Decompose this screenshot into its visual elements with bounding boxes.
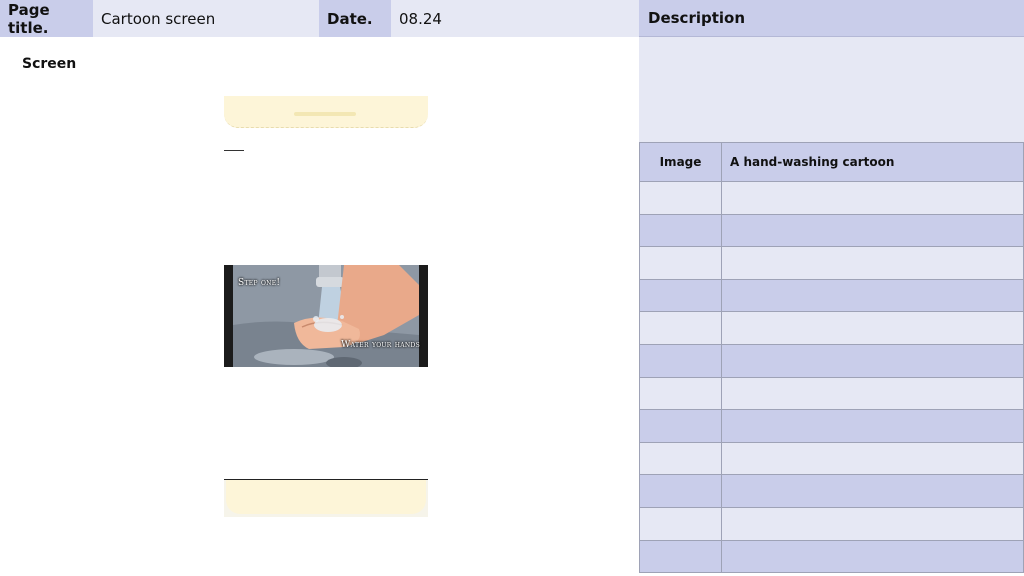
table-cell	[639, 376, 722, 411]
page-title-label: Page title.	[0, 0, 93, 37]
table-cell	[721, 376, 1024, 411]
table-row	[639, 343, 1024, 378]
page-title-value: Cartoon screen	[93, 0, 319, 37]
table-cell	[639, 343, 722, 378]
cartoon-video[interactable]: Step one! Water your hands	[224, 265, 428, 367]
screen-label: Screen	[22, 56, 77, 72]
description-body	[639, 37, 1024, 143]
phone-top-frame	[224, 96, 428, 128]
table-cell	[721, 311, 1024, 345]
table-cell	[639, 181, 722, 215]
table-cell	[639, 213, 722, 248]
table-row	[639, 474, 1024, 508]
back-button-line[interactable]	[224, 150, 244, 151]
table-cell	[721, 539, 1024, 574]
table-cell	[639, 474, 722, 508]
table-cell	[639, 246, 722, 280]
video-caption-instruction: Water your hands	[341, 340, 420, 350]
table-row	[639, 278, 1024, 313]
table-cell	[721, 278, 1024, 313]
table-row	[639, 441, 1024, 476]
table-cell	[639, 278, 722, 313]
table-cell	[639, 409, 722, 443]
table-cell	[721, 474, 1024, 508]
table-cell	[721, 246, 1024, 280]
phone-bottom-bezel	[226, 480, 426, 514]
date-label: Date.	[319, 0, 391, 37]
table-cell	[639, 539, 722, 574]
phone-bottom-frame	[224, 479, 428, 517]
table-row	[639, 506, 1024, 541]
table-row	[639, 311, 1024, 345]
table-row	[639, 376, 1024, 411]
table-cell	[721, 343, 1024, 378]
table-cell	[721, 181, 1024, 215]
table-cell	[721, 213, 1024, 248]
video-caption-step: Step one!	[238, 278, 281, 288]
table-cell	[721, 441, 1024, 476]
table-cell	[721, 506, 1024, 541]
date-value: 08.24	[391, 0, 639, 37]
table-row	[639, 246, 1024, 280]
table-row	[639, 409, 1024, 443]
table-cell	[721, 409, 1024, 443]
table-cell-label: Image	[639, 142, 722, 182]
table-header-row: Image A hand-washing cartoon	[639, 142, 1024, 182]
description-title: Description	[639, 0, 1024, 37]
table-row	[639, 181, 1024, 215]
table-cell	[639, 506, 722, 541]
table-cell-value: A hand-washing cartoon	[721, 142, 1024, 182]
phone-speaker	[294, 112, 356, 116]
table-cell	[639, 441, 722, 476]
table-row	[639, 213, 1024, 248]
description-table: Image A hand-washing cartoon	[639, 142, 1024, 574]
table-row	[639, 539, 1024, 574]
table-cell	[639, 311, 722, 345]
